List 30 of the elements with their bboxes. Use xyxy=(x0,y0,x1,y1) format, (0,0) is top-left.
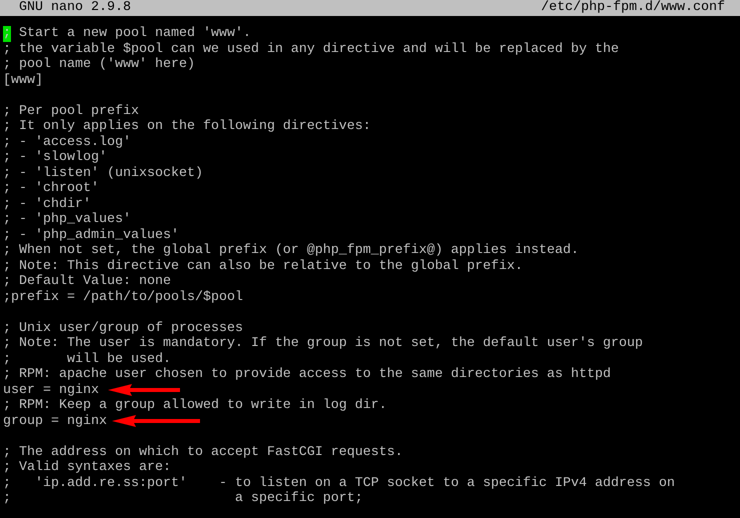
code-line: ; Valid syntaxes are: xyxy=(3,460,171,476)
code-line: ; - 'php_admin_values' xyxy=(3,228,179,243)
code-line: ; When not set, the global prefix (or @php_fpm_prefix@) applies instead. xyxy=(3,243,579,258)
code-line: ; It only applies on the following directives: xyxy=(3,119,371,134)
code-line: ; Default Value: none xyxy=(3,274,171,290)
code-line: ; will be used. xyxy=(3,352,171,367)
code-line: ; Note: The user is mandatory. If the group is not set, the default user's group xyxy=(3,336,643,352)
code-line: ;prefix = /path/to/pools/$pool xyxy=(3,290,243,305)
code-line: ; the variable $pool can we used in any directive and will be replaced by the xyxy=(3,42,619,57)
code-line: ; - 'chdir' xyxy=(3,196,91,212)
arrow-annotation xyxy=(108,384,180,396)
code-line: ; Unix user/group of processes xyxy=(3,320,243,336)
code-line: ; RPM: Keep a group allowed to write in log dir. xyxy=(3,398,387,414)
code-line: ; a specific port; xyxy=(3,491,363,506)
code-line: ; - 'php_values' xyxy=(3,212,131,228)
code-line: ; The address on which to accept FastCGI requests. xyxy=(3,444,403,460)
code-line: ; - 'slowlog' xyxy=(3,150,107,166)
code-line: [www] xyxy=(3,72,43,88)
code-line: group = nginx xyxy=(3,414,107,429)
code-line: ; pool name ('www' here) xyxy=(3,57,195,72)
code-line: ; - 'access.log' xyxy=(3,134,131,150)
code-line: ; RPM: apache user chosen to provide access to the same directories as httpd xyxy=(3,367,611,382)
program-name: GNU nano 2.9.8 xyxy=(19,0,131,16)
code-line: ; Note: This directive can also be relative to the global prefix. xyxy=(3,258,523,274)
code-line: ; 'ip.add.re.ss:port' - to listen on a TCP socket to a specific IPv4 address on xyxy=(3,476,675,491)
code-line: user = nginx xyxy=(3,382,99,398)
code-line: ; - 'listen' (unixsocket) xyxy=(3,166,203,181)
code-line: ; Per pool prefix xyxy=(3,104,139,119)
code-line: ; - 'chroot' xyxy=(3,181,99,196)
file-path: /etc/php-fpm.d/www.conf xyxy=(541,0,725,16)
